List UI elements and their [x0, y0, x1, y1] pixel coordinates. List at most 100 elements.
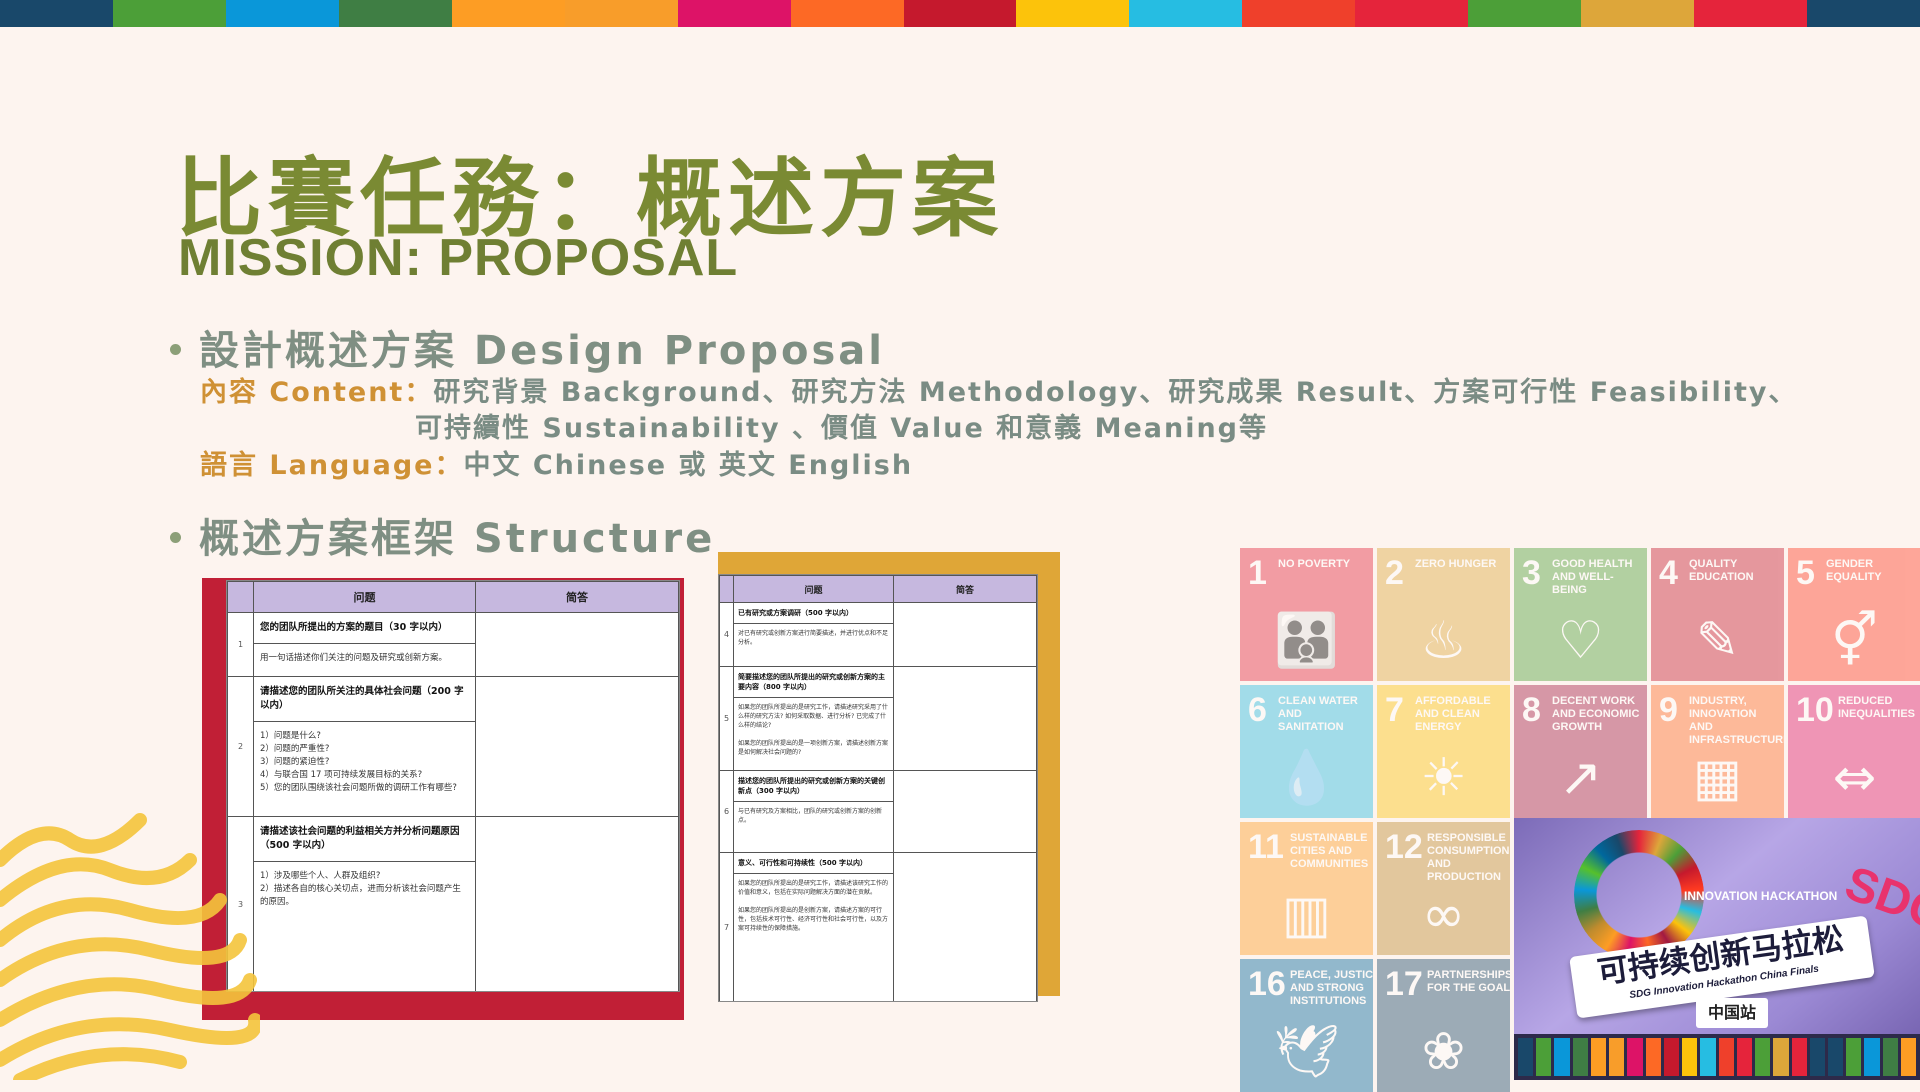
sdg-number: 6 [1248, 691, 1267, 729]
sdg-mini-tile [1536, 1038, 1552, 1076]
answer-cell[interactable] [475, 612, 679, 677]
language-key: 語言 Language： [200, 450, 464, 481]
sdg-title: Reduced Inequalities [1838, 695, 1916, 720]
color-bar-segment [1468, 0, 1582, 27]
sdg-mini-tile [1791, 1038, 1807, 1076]
question-hint: 1）问题是什么? 2）问题的严重性? 3）问题的紧迫性? 4）与联合国 17 项… [260, 731, 457, 793]
sdg-tile-1: 1 No Poverty 👪 [1240, 548, 1373, 681]
sdg-mini-tile [1700, 1038, 1716, 1076]
proposal-table-2: 问题 简答 4 已有研究或方案调研（500 字以内） 对已有研究或创新方案进行简要描述… [719, 575, 1037, 1001]
proposal-sheet-2: 问题 简答 4 已有研究或方案调研（500 字以内） 对已有研究或创新方案进行简要描述… [718, 574, 1038, 1002]
sdg-number: 7 [1385, 691, 1404, 729]
equal-arrows-icon: ⇔ [1832, 748, 1877, 808]
answer-cell[interactable] [893, 852, 1037, 1001]
bullet-dot-icon [170, 343, 181, 355]
bullet-design-label: 設計概述方案 Design Proposal [199, 328, 885, 374]
sdg-mini-tile [1627, 1038, 1643, 1076]
content-value-1: 研究背景 Background、研究方法 Methodology、研究成果 Re… [433, 377, 1798, 408]
sdg-tile-16: 16 Peace, Justice and Strong Institutions… [1240, 959, 1373, 1092]
sdg-tile-17: 17 Partnerships for the Goals ❀ [1377, 959, 1510, 1092]
answer-cell[interactable] [475, 676, 679, 817]
answer-cell[interactable] [893, 602, 1037, 667]
buildings-icon: ▥ [1281, 885, 1332, 945]
sdg-number: 2 [1385, 554, 1404, 592]
sdg-tile-4: 4 Quality Education ✎ [1651, 548, 1784, 681]
color-bar-segment [677, 0, 791, 27]
sdg-number: 1 [1248, 554, 1267, 592]
sdg-number: 8 [1522, 691, 1541, 729]
table-header-question: 问题 [733, 575, 894, 603]
answer-cell[interactable] [475, 816, 679, 991]
language-value: 中文 Chinese 或 英文 English [463, 450, 914, 481]
sdg-title: Clean Water and Sanitation [1278, 695, 1358, 733]
table-header-answer: 简答 [893, 575, 1037, 603]
sdg-title: Gender Equality [1826, 558, 1882, 583]
question-hint: 如果您的团队所提出的是研究工作，请描述该研究工作的价值和意义，包括在实际问题解决… [738, 880, 889, 932]
content-key: 內容 Content： [200, 377, 434, 408]
bowl-icon: ♨ [1420, 611, 1467, 671]
sdg-tile-6: 6 Clean Water and Sanitation 💧 [1240, 685, 1373, 818]
sdg-title: Decent Work and Economic Growth [1552, 695, 1640, 733]
sdg-number: 5 [1796, 554, 1815, 592]
sdg-mini-tile [1572, 1038, 1588, 1076]
sdg-color-bar [0, 0, 1920, 27]
row-number: 2 [227, 676, 254, 817]
growth-chart-icon: ↗ [1558, 748, 1603, 808]
sdg-number: 16 [1248, 965, 1286, 1003]
row-number: 5 [719, 666, 734, 771]
book-icon: ✎ [1695, 611, 1740, 671]
table-question-cell: 请描述您的团队所关注的具体社会问题（200 字以内） 1）问题是什么? 2）问题的… [253, 676, 476, 817]
question-text: 简要描述您的团队所提出的研究或创新方案的主要内容（800 字以内） [734, 667, 893, 698]
language-line: 語言 Language：中文 Chinese 或 英文 English [200, 443, 913, 482]
sdg-tiles-strip [1514, 1034, 1920, 1080]
heartbeat-icon: ♡ [1557, 611, 1604, 671]
sdg-title: Partnerships for the Goals [1427, 969, 1510, 994]
sdg-number: 9 [1659, 691, 1678, 729]
sdg-title: Sustainable Cities and Communities [1290, 832, 1369, 870]
page-subtitle: MISSION: PROPOSAL [178, 229, 739, 287]
table-question-cell: 您的团队所提出的方案的题目（30 字以内） 用一句话描述你们关注的问题及研究或创新… [253, 612, 476, 677]
sdg-mini-tile [1718, 1038, 1734, 1076]
sdg-title: Industry, Innovation and Infrastructure [1689, 695, 1784, 746]
sdg-mini-tile [1736, 1038, 1753, 1076]
gender-icon: ⚥ [1831, 611, 1878, 671]
question-text: 请描述该社会问题的利益相关方并分析问题原因（500 字以内） [254, 817, 475, 862]
sdg-number: 10 [1796, 691, 1834, 729]
sdg-mini-tile [1518, 1038, 1534, 1076]
question-text: 意义、可行性和可持续性（500 字以内） [734, 853, 893, 874]
sdg-number: 11 [1248, 828, 1284, 866]
yellow-scribble-decoration [0, 813, 260, 1080]
answer-cell[interactable] [893, 770, 1037, 853]
sdg-mini-tile [1554, 1038, 1570, 1076]
color-bar-segment [112, 0, 226, 27]
sdg-mini-tile [1882, 1038, 1898, 1076]
question-hint: 用一句话描述你们关注的问题及研究或创新方案。 [260, 653, 448, 663]
flower-icon: ❀ [1421, 1022, 1466, 1082]
table-question-cell: 已有研究或方案调研（500 字以内） 对已有研究或创新方案进行简要描述，并进行优点… [733, 602, 894, 667]
color-bar-segment [1694, 0, 1807, 27]
water-icon: 💧 [1274, 748, 1339, 808]
question-text: 已有研究或方案调研（500 字以内） [734, 603, 893, 624]
color-bar-segment [225, 0, 339, 27]
sdg-mini-tile [1864, 1038, 1880, 1076]
sdg-tile-10: 10 Reduced Inequalities ⇔ [1788, 685, 1920, 818]
content-line-2: 可持續性 Sustainability 、價值 Value 和意義 Meanin… [415, 413, 1269, 444]
sdg-mini-tile [1773, 1038, 1789, 1076]
bullet-design-proposal: 設計概述方案 Design Proposal [170, 318, 885, 376]
question-hint: 对已有研究或创新方案进行简要描述，并进行优点和不足分析。 [738, 630, 889, 646]
row-number: 6 [719, 770, 734, 853]
sdg-title: Zero Hunger [1415, 558, 1497, 570]
sdg-tile-8: 8 Decent Work and Economic Growth ↗ [1514, 685, 1647, 818]
proposal-sheet-1: 问题 简答 1 您的团队所提出的方案的题目（30 字以内） 用一句话描述你们关注的问题… [226, 580, 680, 992]
sdg-tile-11: 11 Sustainable Cities and Communities ▥ [1240, 822, 1373, 955]
color-bar-segment [1016, 0, 1130, 27]
answer-cell[interactable] [893, 666, 1037, 771]
bullet-structure: 概述方案框架 Structure [170, 506, 715, 564]
family-icon: 👪 [1274, 611, 1339, 671]
table-header-answer: 简答 [475, 581, 679, 613]
infinity-icon: ∞ [1421, 885, 1466, 945]
sdg-number: 17 [1385, 965, 1423, 1003]
sdg-mini-tile [1809, 1038, 1825, 1076]
sdg-number: 4 [1659, 554, 1678, 592]
question-hint: 如果您的团队所提出的是研究工作，请描述研究采用了什么样的研究方法? 如何采取数据… [738, 704, 889, 756]
